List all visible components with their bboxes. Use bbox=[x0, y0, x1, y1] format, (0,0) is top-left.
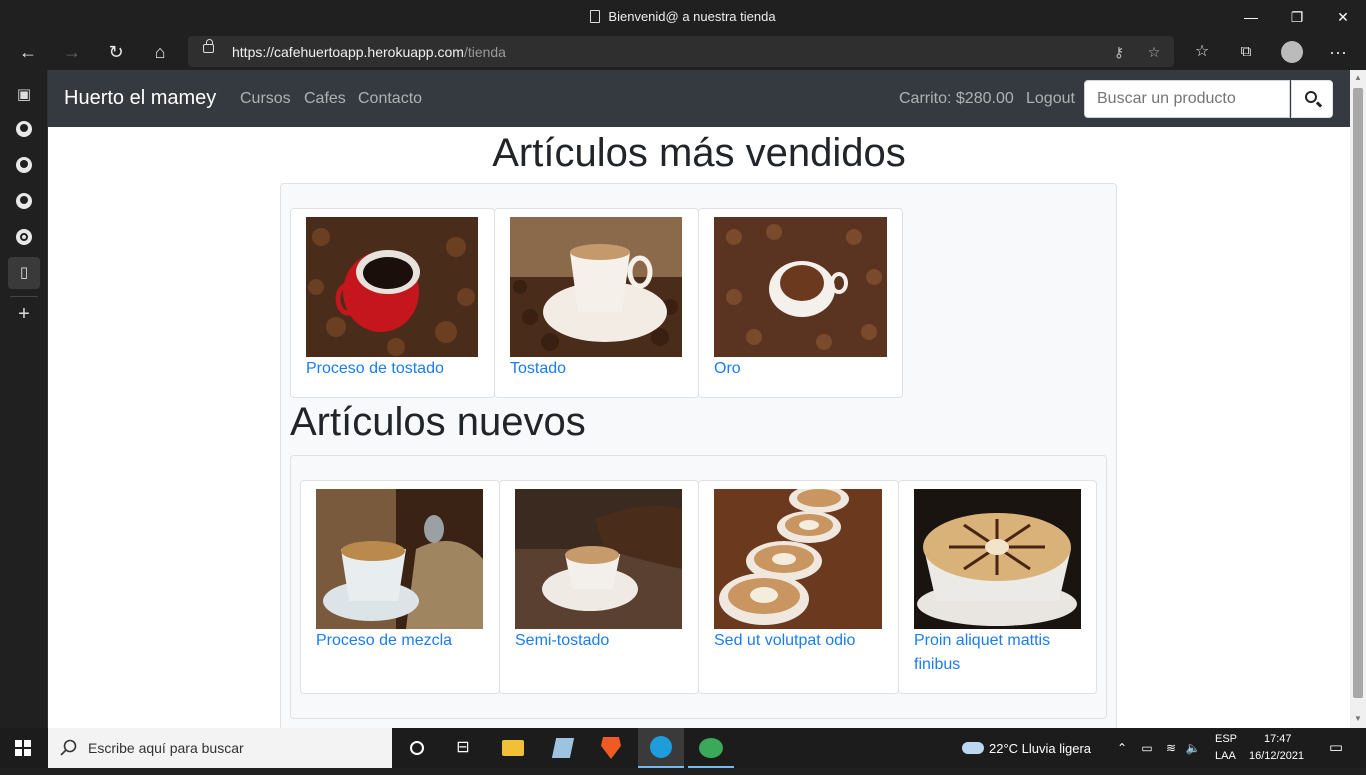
clock-time[interactable]: 17:47 bbox=[1264, 733, 1292, 745]
logout-link[interactable]: Logout bbox=[1026, 90, 1075, 108]
scroll-down-arrow-icon[interactable]: ▼ bbox=[1350, 714, 1366, 723]
window-title-text: Bienvenid@ a nuestra tienda bbox=[608, 9, 776, 24]
nav-link-cursos[interactable]: Cursos bbox=[240, 90, 291, 108]
product-image[interactable] bbox=[510, 217, 682, 357]
app-icon[interactable] bbox=[540, 728, 586, 768]
taskbar-search-placeholder: Escribe aquí para buscar bbox=[88, 740, 244, 756]
cart-link[interactable]: Carrito: $280.00 bbox=[899, 90, 1014, 108]
lock-icon bbox=[203, 39, 214, 53]
weather-text[interactable]: 22°C Lluvia ligera bbox=[989, 741, 1091, 756]
github-icon[interactable] bbox=[8, 149, 40, 181]
notifications-icon[interactable]: ▭ bbox=[1316, 728, 1356, 768]
search-icon bbox=[1305, 91, 1317, 103]
favorites-icon[interactable]: ☆ bbox=[1184, 36, 1220, 68]
best-sellers-panel: Proceso de tostado Tostado Oro Artículos… bbox=[280, 183, 1117, 728]
battery-icon[interactable]: ▭ bbox=[1136, 728, 1158, 768]
refresh-button[interactable]: ↻ bbox=[98, 36, 134, 68]
search-input[interactable] bbox=[1084, 80, 1290, 118]
nav-link-contacto[interactable]: Contacto bbox=[358, 90, 422, 108]
best-sellers-title: Artículos más vendidos bbox=[492, 131, 906, 175]
minimize-button[interactable]: — bbox=[1228, 0, 1274, 34]
product-link[interactable]: Sed ut volutpat odio bbox=[714, 629, 855, 653]
language-indicator[interactable]: ESP bbox=[1215, 733, 1237, 745]
maximize-button[interactable]: ❐ bbox=[1274, 0, 1320, 34]
github-icon[interactable] bbox=[8, 113, 40, 145]
browser-toolbar: ← → ↻ ⌂ https://cafehuertoapp.herokuapp.… bbox=[0, 34, 1366, 70]
nav-link-cafes[interactable]: Cafes bbox=[304, 90, 346, 108]
product-card: Proceso de tostado bbox=[290, 208, 495, 398]
home-button[interactable]: ⌂ bbox=[142, 36, 178, 68]
product-image[interactable] bbox=[714, 217, 887, 357]
new-items-title: Artículos nuevos bbox=[290, 400, 586, 444]
url-text[interactable]: https://cafehuertoapp.herokuapp.com/tien… bbox=[232, 44, 506, 60]
back-button[interactable]: ← bbox=[10, 36, 46, 68]
taskbar-search-box[interactable]: Escribe aquí para buscar bbox=[48, 728, 392, 768]
document-tab-icon[interactable]: ▯ bbox=[8, 257, 40, 289]
cortana-icon[interactable] bbox=[394, 728, 440, 768]
app-icon-2[interactable] bbox=[688, 728, 734, 768]
document-icon bbox=[590, 10, 601, 23]
start-button[interactable] bbox=[0, 728, 46, 768]
volume-icon[interactable]: 🔈 bbox=[1182, 728, 1204, 768]
product-image[interactable] bbox=[714, 489, 882, 629]
keyboard-layout-indicator[interactable]: LAA bbox=[1215, 750, 1236, 762]
product-link[interactable]: Semi-tostado bbox=[515, 629, 609, 653]
search-button[interactable] bbox=[1291, 80, 1333, 118]
page-scrollbar[interactable]: ▲ ▼ bbox=[1350, 70, 1366, 728]
github-icon[interactable] bbox=[8, 185, 40, 217]
product-link[interactable]: Proin aliquet mattis finibus bbox=[914, 629, 1084, 677]
product-link[interactable]: Tostado bbox=[510, 357, 566, 381]
scrollbar-thumb[interactable] bbox=[1353, 88, 1363, 698]
product-image[interactable] bbox=[515, 489, 682, 629]
collections-icon[interactable]: ⧉ bbox=[1228, 36, 1264, 68]
scroll-up-arrow-icon[interactable]: ▲ bbox=[1350, 73, 1366, 82]
search-icon bbox=[60, 739, 77, 756]
brand-link[interactable]: Huerto el mamey bbox=[64, 87, 216, 110]
wifi-icon[interactable]: ≋ bbox=[1160, 728, 1182, 768]
browser-sidebar: ▣ ▯ + bbox=[0, 70, 48, 728]
product-card: Oro bbox=[698, 208, 903, 398]
add-tab-icon[interactable]: + bbox=[8, 298, 40, 330]
favorite-star-icon[interactable]: ☆ bbox=[1143, 41, 1165, 63]
product-card: Semi-tostado bbox=[499, 480, 699, 694]
product-card: Proceso de mezcla bbox=[300, 480, 500, 694]
profile-avatar[interactable] bbox=[1274, 36, 1310, 68]
edge-icon[interactable] bbox=[638, 728, 684, 768]
file-explorer-icon[interactable] bbox=[490, 728, 536, 768]
windows-taskbar: Escribe aquí para buscar ⊟ 22°C Lluvia l… bbox=[0, 728, 1366, 768]
task-view-icon[interactable]: ⊟ bbox=[440, 728, 486, 768]
product-image[interactable] bbox=[914, 489, 1081, 629]
product-card: Tostado bbox=[494, 208, 699, 398]
tab-actions-icon[interactable]: ▣ bbox=[8, 79, 40, 111]
product-link[interactable]: Proceso de mezcla bbox=[316, 629, 452, 653]
window-titlebar: Bienvenid@ a nuestra tienda — ❐ ✕ bbox=[0, 0, 1366, 34]
forward-button[interactable]: → bbox=[54, 36, 90, 68]
clock-date[interactable]: 16/12/2021 bbox=[1249, 750, 1304, 762]
web-page: Huerto el mamey Cursos Cafes Contacto Ca… bbox=[48, 70, 1350, 728]
product-card: Sed ut volutpat odio bbox=[698, 480, 899, 694]
key-icon[interactable]: ⚷ bbox=[1108, 41, 1130, 63]
app-navbar: Huerto el mamey Cursos Cafes Contacto Ca… bbox=[48, 70, 1350, 127]
new-items-panel: Proceso de mezcla Semi-tostado Sed ut vo… bbox=[290, 455, 1107, 719]
more-menu-button[interactable]: ··· bbox=[1320, 36, 1356, 68]
chevron-up-icon[interactable]: ⌃ bbox=[1112, 728, 1132, 768]
product-link[interactable]: Proceso de tostado bbox=[306, 357, 444, 381]
product-link[interactable]: Oro bbox=[714, 357, 741, 381]
product-image[interactable] bbox=[316, 489, 483, 629]
brave-icon[interactable] bbox=[588, 728, 634, 768]
whatsapp-icon[interactable] bbox=[8, 221, 40, 253]
address-bar[interactable]: https://cafehuertoapp.herokuapp.com/tien… bbox=[188, 36, 1174, 67]
window-title: Bienvenid@ a nuestra tienda bbox=[0, 9, 1366, 24]
close-button[interactable]: ✕ bbox=[1320, 0, 1366, 34]
product-card: Proin aliquet mattis finibus bbox=[898, 480, 1097, 694]
product-image[interactable] bbox=[306, 217, 478, 357]
